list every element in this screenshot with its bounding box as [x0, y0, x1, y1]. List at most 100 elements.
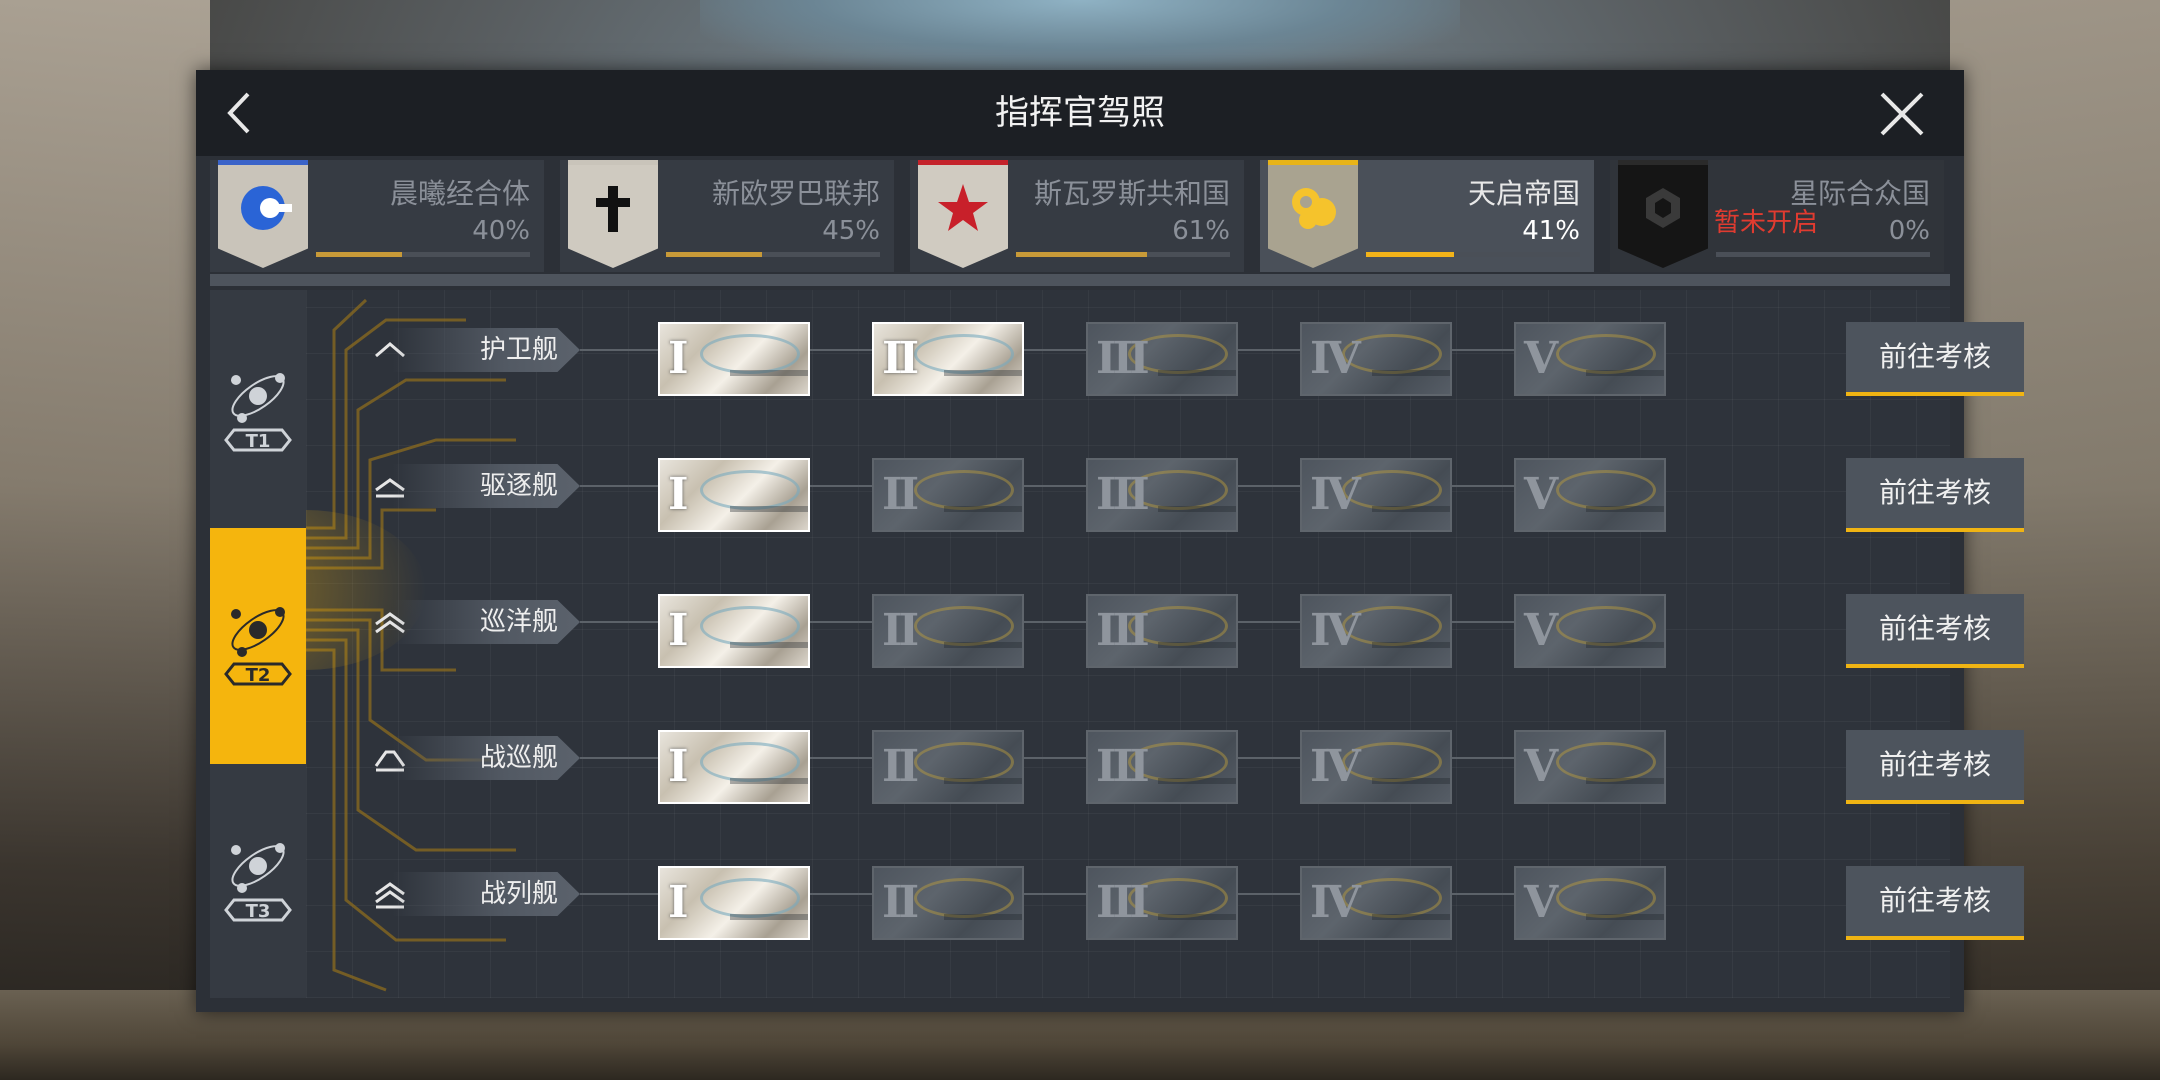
level-numeral: II	[882, 333, 919, 384]
license-level-tile[interactable]: IV	[1300, 866, 1452, 940]
license-level-tile[interactable]: I	[658, 458, 810, 532]
license-level-tile[interactable]: V	[1514, 458, 1666, 532]
close-icon[interactable]	[1878, 90, 1926, 138]
license-level-tile[interactable]: IV	[1300, 594, 1452, 668]
background-left	[0, 0, 210, 1080]
tier-label: T2	[246, 665, 271, 686]
level-numeral: V	[1524, 741, 1558, 792]
tier-label: T3	[246, 901, 271, 922]
license-panel: 指挥官驾照 晨曦经合体 40% 新欧罗巴联邦 45% 斯瓦罗斯共和国 61% 天启帝国 41%…	[196, 70, 2024, 1012]
license-level-tile[interactable]: II	[872, 730, 1024, 804]
faction-emblem-icon	[918, 160, 1008, 272]
license-level-tile[interactable]: I	[658, 322, 810, 396]
tier-selector: T1 T2 T3	[210, 290, 306, 998]
faction-tab-5[interactable]: 星际合众国 0% 暂未开启	[1610, 160, 1944, 272]
level-numeral: V	[1524, 333, 1558, 384]
ship-row: 战列舰 I II III IV V 前往考核	[306, 854, 2024, 940]
license-level-tile[interactable]: IV	[1300, 322, 1452, 396]
tier-icon: T3	[224, 843, 292, 922]
license-level-tile[interactable]: I	[658, 730, 810, 804]
faction-progress-bar	[1366, 252, 1580, 257]
tier-icon: T1	[224, 373, 292, 452]
level-numeral: III	[1096, 469, 1150, 520]
license-level-tile[interactable]: III	[1086, 458, 1238, 532]
level-numeral: IV	[1310, 877, 1361, 928]
license-level-tile[interactable]: V	[1514, 322, 1666, 396]
go-exam-button[interactable]: 前往考核	[1846, 458, 2024, 532]
license-level-tile[interactable]: II	[872, 594, 1024, 668]
tier-tab-t3[interactable]: T3	[210, 810, 306, 980]
go-exam-button[interactable]: 前往考核	[1846, 730, 2024, 804]
license-level-tile[interactable]: III	[1086, 866, 1238, 940]
license-level-tile[interactable]: IV	[1300, 730, 1452, 804]
back-arrow-icon[interactable]	[216, 88, 266, 138]
faction-tab-4[interactable]: 天启帝国 41%	[1260, 160, 1594, 272]
faction-name: 天启帝国	[1467, 177, 1580, 210]
tier-tab-t2[interactable]: T2	[210, 528, 306, 764]
license-level-tile[interactable]: V	[1514, 866, 1666, 940]
level-numeral: IV	[1310, 469, 1361, 520]
ship-row: 巡洋舰 I II III IV V 前往考核	[306, 582, 2024, 668]
faction-name: 新欧罗巴联邦	[711, 177, 880, 210]
ship-type-label: 护卫舰	[479, 335, 558, 365]
ship-row: 驱逐舰 I II III IV V 前往考核	[306, 446, 2024, 532]
level-numeral: I	[668, 469, 688, 520]
license-level-tile[interactable]: V	[1514, 594, 1666, 668]
go-exam-button[interactable]: 前往考核	[1846, 866, 2024, 940]
level-numeral: I	[668, 605, 688, 656]
ship-license-grid: 护卫舰 I II III IV V 前往考核 驱逐舰 I II III IV V 前往考核 巡洋舰 I II II…	[306, 290, 2024, 998]
faction-progress-bar	[316, 252, 530, 257]
level-numeral: V	[1524, 469, 1558, 520]
ship-type-label: 战巡舰	[479, 743, 558, 773]
faction-tab-3[interactable]: 斯瓦罗斯共和国 61%	[910, 160, 1244, 272]
level-numeral: II	[882, 877, 919, 928]
level-numeral: I	[668, 333, 688, 384]
level-numeral: IV	[1310, 605, 1361, 656]
ship-row: 护卫舰 I II III IV V 前往考核	[306, 310, 2024, 396]
level-numeral: III	[1096, 605, 1150, 656]
faction-progress-bar	[1716, 252, 1930, 257]
faction-progress-text: 45%	[822, 216, 880, 246]
header-bar: 指挥官驾照	[196, 70, 1964, 156]
locked-label: 暂未开启	[1714, 208, 1819, 238]
faction-name: 斯瓦罗斯共和国	[1033, 177, 1230, 210]
license-level-tile[interactable]: IV	[1300, 458, 1452, 532]
faction-emblem-icon	[1268, 160, 1358, 272]
license-level-tile[interactable]: I	[658, 594, 810, 668]
level-numeral: I	[668, 877, 688, 928]
license-level-tile[interactable]: II	[872, 322, 1024, 396]
level-numeral: V	[1524, 605, 1558, 656]
ship-type-label: 巡洋舰	[479, 607, 558, 637]
faction-tab-2[interactable]: 新欧罗巴联邦 45%	[560, 160, 894, 272]
tier-icon: T2	[224, 607, 292, 686]
level-numeral: III	[1096, 741, 1150, 792]
level-numeral: V	[1524, 877, 1558, 928]
faction-emblem-icon	[218, 160, 308, 272]
level-numeral: IV	[1310, 741, 1361, 792]
go-exam-button[interactable]: 前往考核	[1846, 594, 2024, 668]
faction-emblem-icon	[1618, 160, 1708, 272]
go-exam-button[interactable]: 前往考核	[1846, 322, 2024, 396]
faction-progress-text: 0%	[1888, 216, 1930, 246]
tier-label: T1	[246, 431, 271, 452]
background-top	[700, 0, 1460, 70]
license-level-tile[interactable]: III	[1086, 322, 1238, 396]
license-level-tile[interactable]: III	[1086, 594, 1238, 668]
faction-progress-bar	[666, 252, 880, 257]
ship-type-label: 战列舰	[479, 879, 558, 909]
faction-tab-1[interactable]: 晨曦经合体 40%	[210, 160, 544, 272]
level-numeral: IV	[1310, 333, 1361, 384]
license-level-tile[interactable]: II	[872, 866, 1024, 940]
faction-emblem-icon	[568, 160, 658, 272]
license-level-tile[interactable]: III	[1086, 730, 1238, 804]
faction-progress-bar	[1016, 252, 1230, 257]
license-level-tile[interactable]: V	[1514, 730, 1666, 804]
level-numeral: II	[882, 469, 919, 520]
level-numeral: II	[882, 741, 919, 792]
page-title: 指挥官驾照	[995, 93, 1165, 133]
level-numeral: III	[1096, 877, 1150, 928]
tier-tab-t1[interactable]: T1	[210, 340, 306, 510]
license-level-tile[interactable]: I	[658, 866, 810, 940]
level-numeral: I	[668, 741, 688, 792]
license-level-tile[interactable]: II	[872, 458, 1024, 532]
